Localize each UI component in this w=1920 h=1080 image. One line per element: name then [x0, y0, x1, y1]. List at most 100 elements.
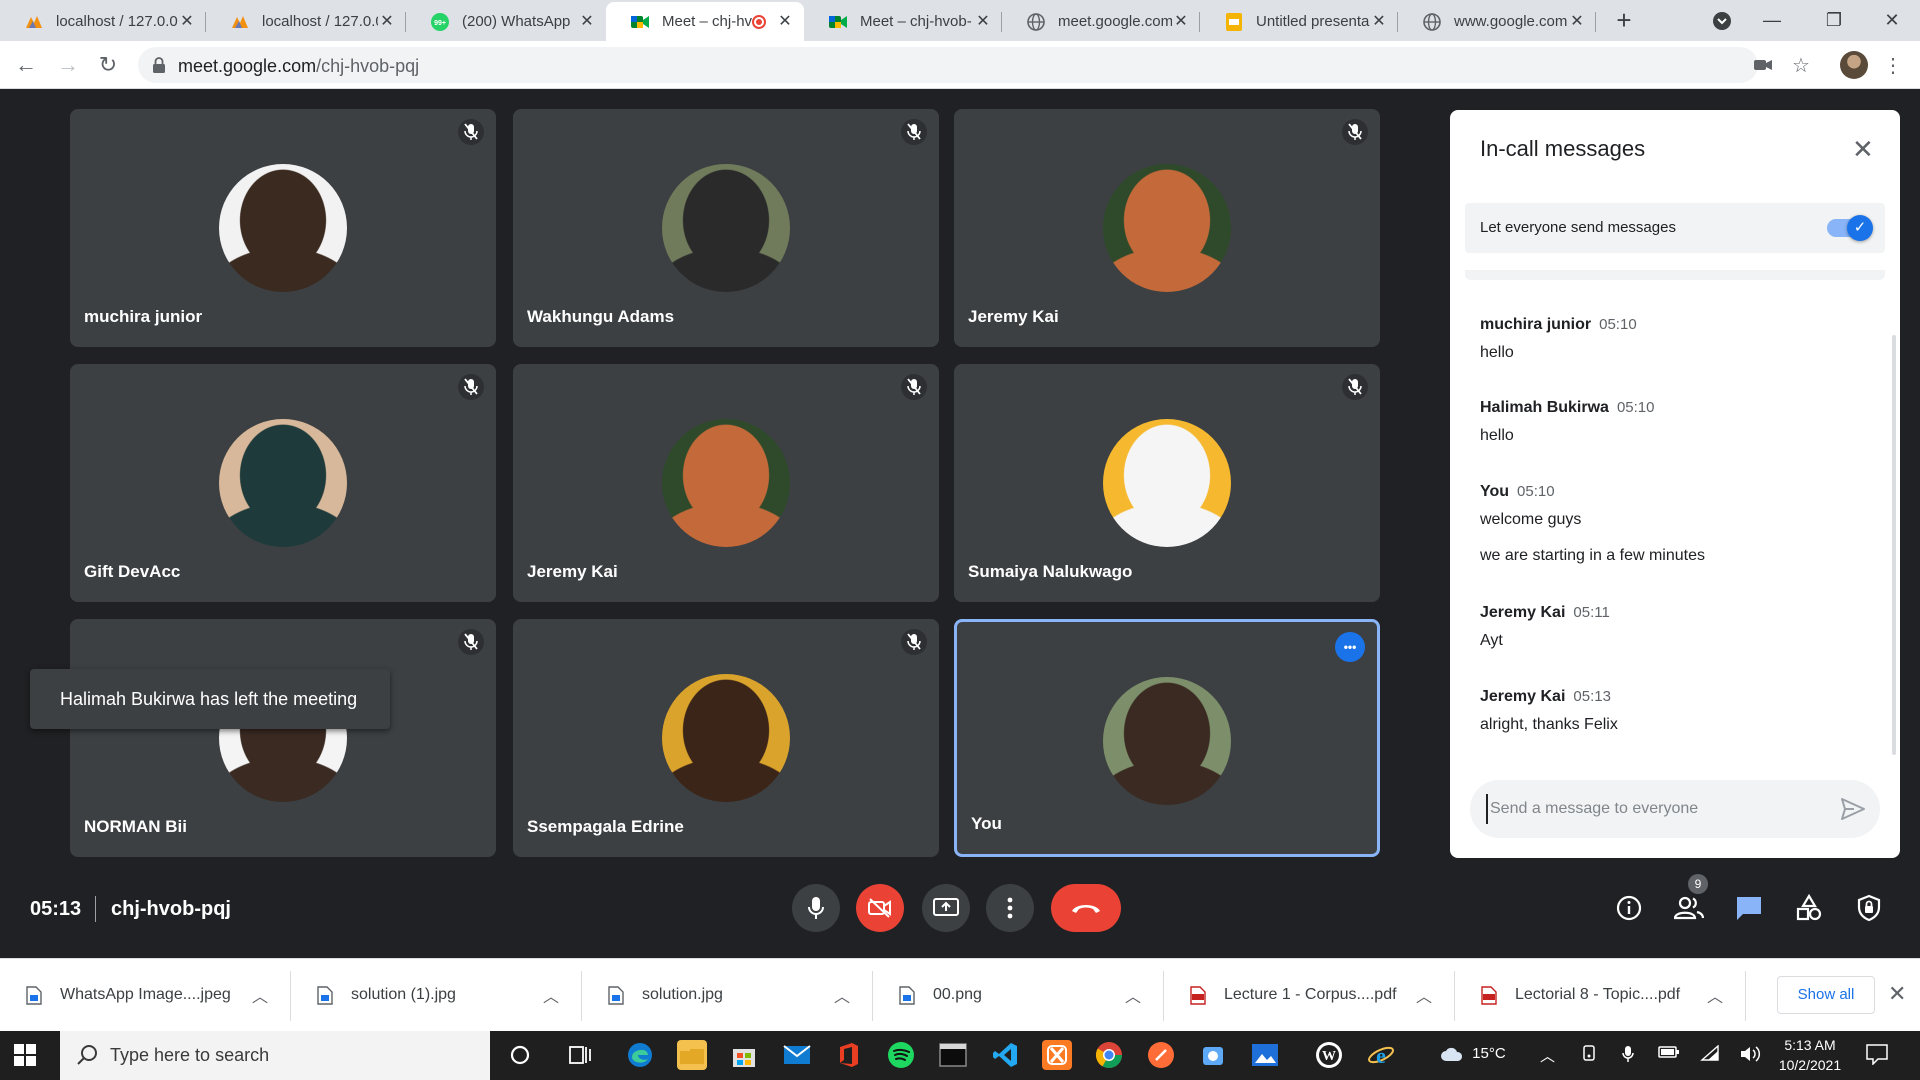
restore-button[interactable]: ❐ [1806, 0, 1862, 41]
meeting-details-button[interactable] [1614, 893, 1644, 923]
browser-tab[interactable]: 99+ (200) WhatsApp ✕ [406, 2, 606, 41]
browser-tab-active[interactable]: Meet – chj-hv ✕ [606, 2, 804, 41]
close-downloads-bar-icon[interactable]: ✕ [1888, 981, 1906, 1007]
chevron-up-icon[interactable]: ︿ [1416, 983, 1432, 1007]
allow-messages-toggle[interactable]: ✓ [1827, 215, 1873, 241]
browser-tab[interactable]: Untitled presenta ✕ [1200, 2, 1398, 41]
show-all-downloads-button[interactable]: Show all [1777, 976, 1875, 1014]
wordpress-icon[interactable]: W [1314, 1040, 1344, 1070]
download-item[interactable]: Lectorial 8 - Topic....pdf ︿ [1455, 959, 1746, 1032]
participant-tile[interactable]: Wakhungu Adams [513, 109, 939, 347]
photos-icon[interactable] [1250, 1040, 1280, 1070]
leave-call-button[interactable] [1051, 884, 1121, 932]
wifi-icon[interactable] [1700, 1044, 1720, 1065]
close-tab-icon[interactable]: ✕ [974, 13, 992, 31]
volume-icon[interactable] [1740, 1045, 1762, 1067]
terminal-icon[interactable] [938, 1040, 968, 1070]
bookmark-star-icon[interactable]: ☆ [1790, 55, 1812, 77]
message-input[interactable] [1486, 794, 1816, 824]
download-item[interactable]: Lecture 1 - Corpus....pdf ︿ [1164, 959, 1455, 1032]
close-tab-icon[interactable]: ✕ [578, 13, 596, 31]
download-item[interactable]: WhatsApp Image....jpeg ︿ [0, 959, 291, 1032]
minimize-button[interactable]: — [1744, 0, 1800, 41]
host-controls-button[interactable] [1854, 893, 1884, 923]
svg-text:W: W [1322, 1049, 1336, 1064]
participant-avatar [662, 419, 790, 547]
download-item[interactable]: solution.jpg ︿ [582, 959, 873, 1032]
browser-tab[interactable]: www.google.com ✕ [1398, 2, 1596, 41]
edge-icon[interactable] [625, 1040, 655, 1070]
spotify-icon[interactable] [886, 1040, 916, 1070]
close-tab-icon[interactable]: ✕ [1568, 13, 1586, 31]
microphone-button[interactable] [792, 884, 840, 932]
taskbar-search-box[interactable]: Type here to search [60, 1031, 490, 1080]
participant-tile[interactable]: NORMAN Bii [70, 619, 496, 857]
task-view-icon[interactable] [565, 1040, 595, 1070]
close-panel-button[interactable]: ✕ [1852, 136, 1874, 162]
battery-icon[interactable] [1658, 1045, 1680, 1063]
send-icon[interactable] [1840, 797, 1866, 821]
chat-scrollbar[interactable] [1892, 335, 1896, 755]
present-screen-button[interactable] [922, 884, 970, 932]
browser-menu-icon[interactable]: ⋮ [1882, 55, 1904, 77]
cortana-icon[interactable] [505, 1040, 535, 1070]
people-button[interactable] [1674, 893, 1704, 923]
chat-button[interactable] [1734, 893, 1764, 923]
camera-off-button[interactable] [856, 884, 904, 932]
vscode-icon[interactable] [990, 1040, 1020, 1070]
notifications-icon[interactable] [1866, 1043, 1888, 1069]
close-tab-icon[interactable]: ✕ [378, 13, 396, 31]
chevron-up-icon[interactable]: ︿ [834, 983, 850, 1007]
new-tab-button[interactable]: + [1610, 6, 1638, 34]
participant-tile[interactable]: muchira junior [70, 109, 496, 347]
close-tab-icon[interactable]: ✕ [1370, 13, 1388, 31]
participant-tile[interactable]: Gift DevAcc [70, 364, 496, 602]
show-hidden-icons-chevron-icon[interactable]: ︿ [1540, 1045, 1555, 1066]
more-options-icon[interactable]: ••• [1335, 632, 1365, 662]
internet-explorer-icon[interactable]: e [1366, 1040, 1396, 1070]
chevron-up-icon[interactable]: ︿ [543, 983, 559, 1007]
microsoft-store-icon[interactable] [729, 1040, 759, 1070]
forward-button[interactable]: → [54, 51, 82, 79]
participant-tile[interactable]: Sumaiya Nalukwago [954, 364, 1380, 602]
chevron-up-icon[interactable]: ︿ [1707, 983, 1723, 1007]
activities-button[interactable] [1794, 893, 1824, 923]
profile-avatar[interactable] [1840, 51, 1868, 79]
download-item[interactable]: solution (1).jpg ︿ [291, 959, 582, 1032]
close-tab-icon[interactable]: ✕ [1172, 13, 1190, 31]
postman-icon[interactable] [1146, 1040, 1176, 1070]
back-button[interactable]: ← [12, 51, 40, 79]
chrome-icon[interactable] [1094, 1040, 1124, 1070]
app-icon[interactable] [1198, 1040, 1228, 1070]
xampp-icon[interactable] [1042, 1040, 1072, 1070]
participant-tile[interactable]: Jeremy Kai [513, 364, 939, 602]
close-tab-icon[interactable]: ✕ [776, 13, 794, 31]
browser-tab[interactable]: Meet – chj-hvob- ✕ [804, 2, 1002, 41]
browser-tab[interactable]: meet.google.com ✕ [1002, 2, 1200, 41]
download-item[interactable]: 00.png ︿ [873, 959, 1164, 1032]
camera-in-use-icon[interactable] [1752, 55, 1774, 77]
close-window-button[interactable]: ✕ [1864, 0, 1920, 41]
browser-tab[interactable]: localhost / 127.0.0 ✕ [206, 2, 406, 41]
windows-start-icon[interactable] [14, 1044, 36, 1066]
microphone-tray-icon[interactable] [1622, 1045, 1634, 1067]
participant-tile[interactable]: Ssempagala Edrine [513, 619, 939, 857]
more-options-button[interactable] [986, 884, 1034, 932]
chevron-up-icon[interactable]: ︿ [1125, 983, 1141, 1007]
reload-button[interactable]: ↻ [94, 51, 122, 79]
globe-icon [1026, 12, 1046, 32]
weather-widget[interactable]: 15°C [1440, 1045, 1506, 1062]
address-bar[interactable]: meet.google.com/chj-hvob-pqj [138, 47, 1758, 83]
mail-icon[interactable] [782, 1040, 812, 1070]
participant-tile[interactable]: You ••• [954, 619, 1380, 857]
lock-icon[interactable] [152, 57, 166, 73]
system-clock[interactable]: 5:13 AM 10/2/2021 [1775, 1035, 1845, 1075]
network-device-icon[interactable] [1582, 1045, 1596, 1067]
browser-tab[interactable]: localhost / 127.0.0 ✕ [0, 2, 206, 41]
office-icon[interactable] [834, 1040, 864, 1070]
file-explorer-icon[interactable] [677, 1040, 707, 1070]
close-tab-icon[interactable]: ✕ [178, 13, 196, 31]
tab-search-button[interactable] [1694, 0, 1750, 41]
chevron-up-icon[interactable]: ︿ [252, 983, 268, 1007]
participant-tile[interactable]: Jeremy Kai [954, 109, 1380, 347]
